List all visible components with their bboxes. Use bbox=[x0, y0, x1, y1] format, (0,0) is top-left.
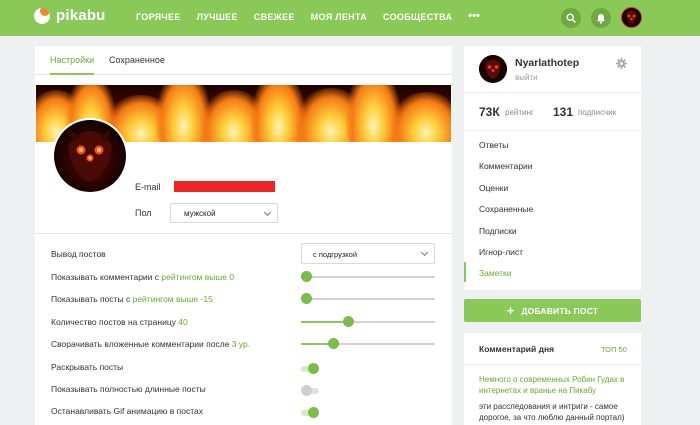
email-label: E-mail bbox=[135, 182, 161, 192]
long-posts-toggle[interactable] bbox=[301, 385, 319, 396]
add-post-label: ДОБАВИТЬ ПОСТ bbox=[521, 305, 599, 316]
slider-handle[interactable] bbox=[328, 338, 339, 349]
collapse-comments-slider[interactable] bbox=[301, 338, 435, 349]
collapse-comments-label: Сворачивать вложенные комментарии после … bbox=[51, 339, 251, 349]
posts-rating-label: Показывать посты с рейтингом выше -15 bbox=[51, 294, 213, 304]
plus-icon: + bbox=[506, 303, 515, 318]
nav-item-best[interactable]: ЛУЧШЕЕ bbox=[197, 12, 238, 22]
comments-rating-slider[interactable] bbox=[301, 271, 435, 282]
expand-posts-label: Раскрывать посты bbox=[51, 362, 124, 372]
chevron-down-icon bbox=[263, 208, 272, 217]
tab-settings[interactable]: Настройки bbox=[50, 55, 94, 65]
posts-rating-slider[interactable] bbox=[301, 293, 435, 304]
menu-item-ratings[interactable]: Оценки bbox=[479, 183, 508, 193]
tab-saved[interactable]: Сохраненное bbox=[109, 55, 165, 65]
posts-per-page-label: Количество постов на страницу 40 bbox=[51, 317, 188, 327]
bell-icon bbox=[597, 13, 605, 24]
comments-rating-label: Показывать комментарии с рейтингом выше … bbox=[51, 272, 235, 282]
menu-item-replies[interactable]: Ответы bbox=[479, 140, 508, 150]
top-navigation-bar: pikabu ГОРЯЧЕЕ ЛУЧШЕЕ СВЕЖЕЕ МОЯ ЛЕНТА С… bbox=[0, 0, 700, 36]
header-avatar[interactable] bbox=[621, 7, 642, 28]
posts-output-select[interactable]: с подгрузкой bbox=[301, 243, 435, 264]
user-avatar-image bbox=[479, 55, 507, 83]
nav-item-my-feed[interactable]: МОЯ ЛЕНТА bbox=[311, 12, 367, 22]
settings-card: Настройки Сохраненное E-mail Пол мужской… bbox=[35, 46, 452, 425]
toggle-knob bbox=[308, 363, 319, 374]
profile-card-avatar[interactable] bbox=[479, 55, 507, 83]
menu-item-subscriptions[interactable]: Подписки bbox=[479, 226, 517, 236]
menu-item-ignore-list[interactable]: Игнор-лист bbox=[479, 247, 523, 257]
comment-divider bbox=[464, 364, 641, 365]
profile-card: Nyarlathotep выйти 73К рейтинг 131 подпи… bbox=[464, 46, 641, 290]
comment-of-day-card: Комментарий дня ТОП 50 Немного о совреме… bbox=[464, 333, 641, 425]
active-menu-indicator bbox=[464, 262, 466, 282]
posts-output-value: с подгрузкой bbox=[313, 250, 358, 259]
logout-link[interactable]: выйти bbox=[515, 73, 538, 82]
comment-text: эти расследования и интриги - самое доро… bbox=[479, 402, 625, 422]
rating-value: 73К bbox=[479, 105, 500, 119]
slider-fill bbox=[301, 321, 348, 323]
pikabu-logo[interactable]: pikabu bbox=[34, 7, 106, 24]
stop-gif-label: Останавливать Gif анимацию в постах bbox=[51, 406, 204, 416]
expand-posts-toggle[interactable] bbox=[301, 363, 319, 374]
menu-item-comments[interactable]: Комментарии bbox=[479, 161, 533, 171]
search-button[interactable] bbox=[561, 8, 581, 28]
posts-output-label: Вывод постов bbox=[51, 249, 106, 259]
nav-more-icon[interactable]: ••• bbox=[468, 11, 480, 22]
comment-of-day-title: Комментарий дня bbox=[479, 344, 555, 354]
toggle-knob bbox=[301, 385, 312, 396]
sex-label: Пол bbox=[135, 208, 152, 218]
subscribers-value[interactable]: 131 bbox=[553, 105, 573, 119]
sex-select[interactable]: мужской bbox=[170, 203, 278, 223]
notifications-button[interactable] bbox=[591, 8, 611, 28]
slider-handle[interactable] bbox=[301, 271, 312, 282]
gear-icon[interactable] bbox=[616, 58, 627, 69]
add-post-button[interactable]: + ДОБАВИТЬ ПОСТ bbox=[464, 299, 641, 322]
toggle-knob bbox=[308, 407, 319, 418]
chevron-down-icon bbox=[420, 248, 429, 257]
menu-item-notes[interactable]: Заметки bbox=[479, 268, 512, 278]
slider-handle[interactable] bbox=[343, 316, 354, 327]
pikabu-logo-icon bbox=[34, 7, 50, 24]
nav-item-communities[interactable]: СООБЩЕСТВА bbox=[383, 12, 452, 22]
settings-tabs: Настройки Сохраненное bbox=[35, 46, 452, 75]
profile-avatar[interactable] bbox=[52, 118, 128, 194]
section-divider bbox=[35, 233, 452, 234]
profile-avatar-image bbox=[54, 120, 126, 192]
logo-text: pikabu bbox=[56, 7, 106, 24]
subscribers-label[interactable]: подписчик bbox=[578, 108, 616, 117]
top-50-link[interactable]: ТОП 50 bbox=[601, 345, 627, 354]
main-nav: ГОРЯЧЕЕ ЛУЧШЕЕ СВЕЖЕЕ МОЯ ЛЕНТА СООБЩЕСТ… bbox=[136, 11, 480, 23]
email-field-redacted[interactable] bbox=[174, 181, 275, 192]
active-tab-indicator bbox=[50, 73, 94, 75]
user-avatar-image bbox=[622, 8, 641, 27]
search-icon bbox=[566, 13, 576, 23]
profile-divider bbox=[464, 130, 641, 131]
stop-gif-toggle[interactable] bbox=[301, 407, 319, 418]
sex-select-value: мужской bbox=[184, 209, 216, 218]
slider-handle[interactable] bbox=[301, 293, 312, 304]
profile-divider bbox=[464, 92, 641, 93]
posts-per-page-slider[interactable] bbox=[301, 316, 435, 327]
menu-item-saved[interactable]: Сохраненные bbox=[479, 204, 533, 214]
profile-username[interactable]: Nyarlathotep bbox=[515, 57, 579, 69]
nav-item-hot[interactable]: ГОРЯЧЕЕ bbox=[136, 12, 181, 22]
rating-label: рейтинг bbox=[505, 108, 534, 117]
long-posts-label: Показывать полностью длинные посты bbox=[51, 384, 206, 394]
comment-post-link[interactable]: Немного о современных Робин Гудах в инте… bbox=[479, 374, 634, 396]
nav-item-fresh[interactable]: СВЕЖЕЕ bbox=[254, 12, 295, 22]
